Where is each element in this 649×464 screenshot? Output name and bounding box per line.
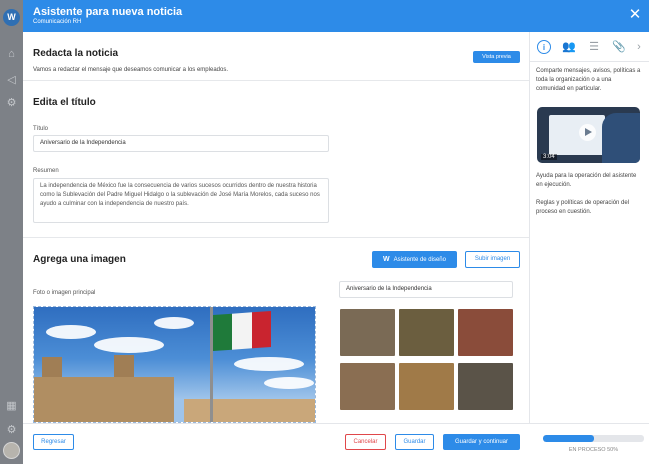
design-assistant-button[interactable]: W Asistente de diseño	[372, 251, 457, 268]
info-icon[interactable]: i	[537, 40, 551, 54]
thumbnail-image[interactable]	[458, 309, 513, 356]
progress-bar	[543, 435, 644, 442]
thumbnail-image[interactable]	[399, 309, 454, 356]
app-logo-icon: W	[3, 9, 20, 26]
flag-image	[213, 310, 271, 352]
cancel-button[interactable]: Cancelar	[345, 434, 386, 450]
compose-description: Vamos a redactar el mensaje que deseamos…	[33, 67, 228, 73]
home-icon[interactable]: ⌂	[5, 48, 18, 60]
main-image[interactable]	[33, 306, 316, 423]
checklist-icon[interactable]: ☰	[586, 39, 602, 55]
thumbnail-image[interactable]	[458, 363, 513, 410]
wizard-main: Redacta la noticia Vamos a redactar el m…	[23, 32, 529, 423]
title-input[interactable]: Aniversario de la Independencia	[33, 135, 329, 152]
edit-title-heading: Edita el título	[33, 97, 96, 108]
save-continue-button[interactable]: Guardar y continuar	[443, 434, 520, 450]
video-duration: 3:04	[541, 154, 557, 160]
summary-textarea[interactable]: La independencia de México fue la consec…	[33, 178, 329, 223]
design-assistant-icon: W	[383, 256, 390, 263]
image-search-input[interactable]: Aniversario de la Independencia	[339, 281, 513, 298]
side-rules-text: Reglas y políticas de operación del proc…	[536, 200, 630, 215]
modal-subtitle: Comunicación RH	[33, 19, 82, 25]
save-button[interactable]: Guardar	[395, 434, 434, 450]
users-icon[interactable]: 👥	[561, 39, 577, 55]
compose-title: Redacta la noticia	[33, 48, 119, 59]
attachment-icon[interactable]: 📎	[611, 39, 627, 55]
side-tabs: i 👥 ☰ 📎 ›	[530, 32, 649, 62]
close-icon[interactable]: ✕	[627, 7, 643, 23]
divider	[23, 237, 529, 238]
user-avatar[interactable]	[3, 442, 20, 459]
thumbnail-image[interactable]	[340, 363, 395, 410]
progress-fill	[543, 435, 594, 442]
design-assistant-label: Asistente de diseño	[393, 256, 446, 263]
thumbnail-image[interactable]	[399, 363, 454, 410]
side-description: Comparte mensajes, avisos, políticas a t…	[536, 68, 641, 92]
settings-icon[interactable]: ⚙	[5, 97, 18, 109]
megaphone-icon[interactable]: ◁	[5, 74, 18, 86]
upload-image-button[interactable]: Subir imagen	[465, 251, 520, 268]
modal-title: Asistente para nueva noticia	[33, 6, 183, 18]
image-heading: Agrega una imagen	[33, 254, 126, 265]
preview-button[interactable]: Vista previa	[473, 51, 520, 63]
back-button[interactable]: Regresar	[33, 434, 74, 450]
side-help-text: Ayuda para la operación del asistente en…	[536, 173, 637, 188]
news-wizard-modal: Asistente para nueva noticia Comunicació…	[23, 0, 649, 464]
thumbnail-image[interactable]	[340, 309, 395, 356]
gear-icon[interactable]: ⚙	[5, 424, 18, 436]
title-label: Título	[33, 126, 49, 132]
help-video[interactable]: 3:04	[537, 107, 640, 163]
summary-label: Resumen	[33, 168, 59, 174]
apps-grid-icon[interactable]: ▦	[5, 400, 18, 412]
wizard-footer: Regresar Cancelar Guardar Guardar y cont…	[23, 423, 649, 464]
progress-label: EN PROCESO 50%	[568, 447, 619, 453]
chevron-right-icon[interactable]: ›	[631, 39, 647, 55]
main-image-label: Foto o imagen principal	[33, 290, 96, 296]
modal-header: Asistente para nueva noticia Comunicació…	[23, 0, 649, 32]
help-side-panel: i 👥 ☰ 📎 › Comparte mensajes, avisos, pol…	[529, 32, 649, 423]
divider	[23, 80, 529, 81]
app-rail: W ⌂ ◁ ⚙ ▦ ⚙	[0, 0, 23, 464]
play-icon[interactable]	[579, 124, 596, 141]
